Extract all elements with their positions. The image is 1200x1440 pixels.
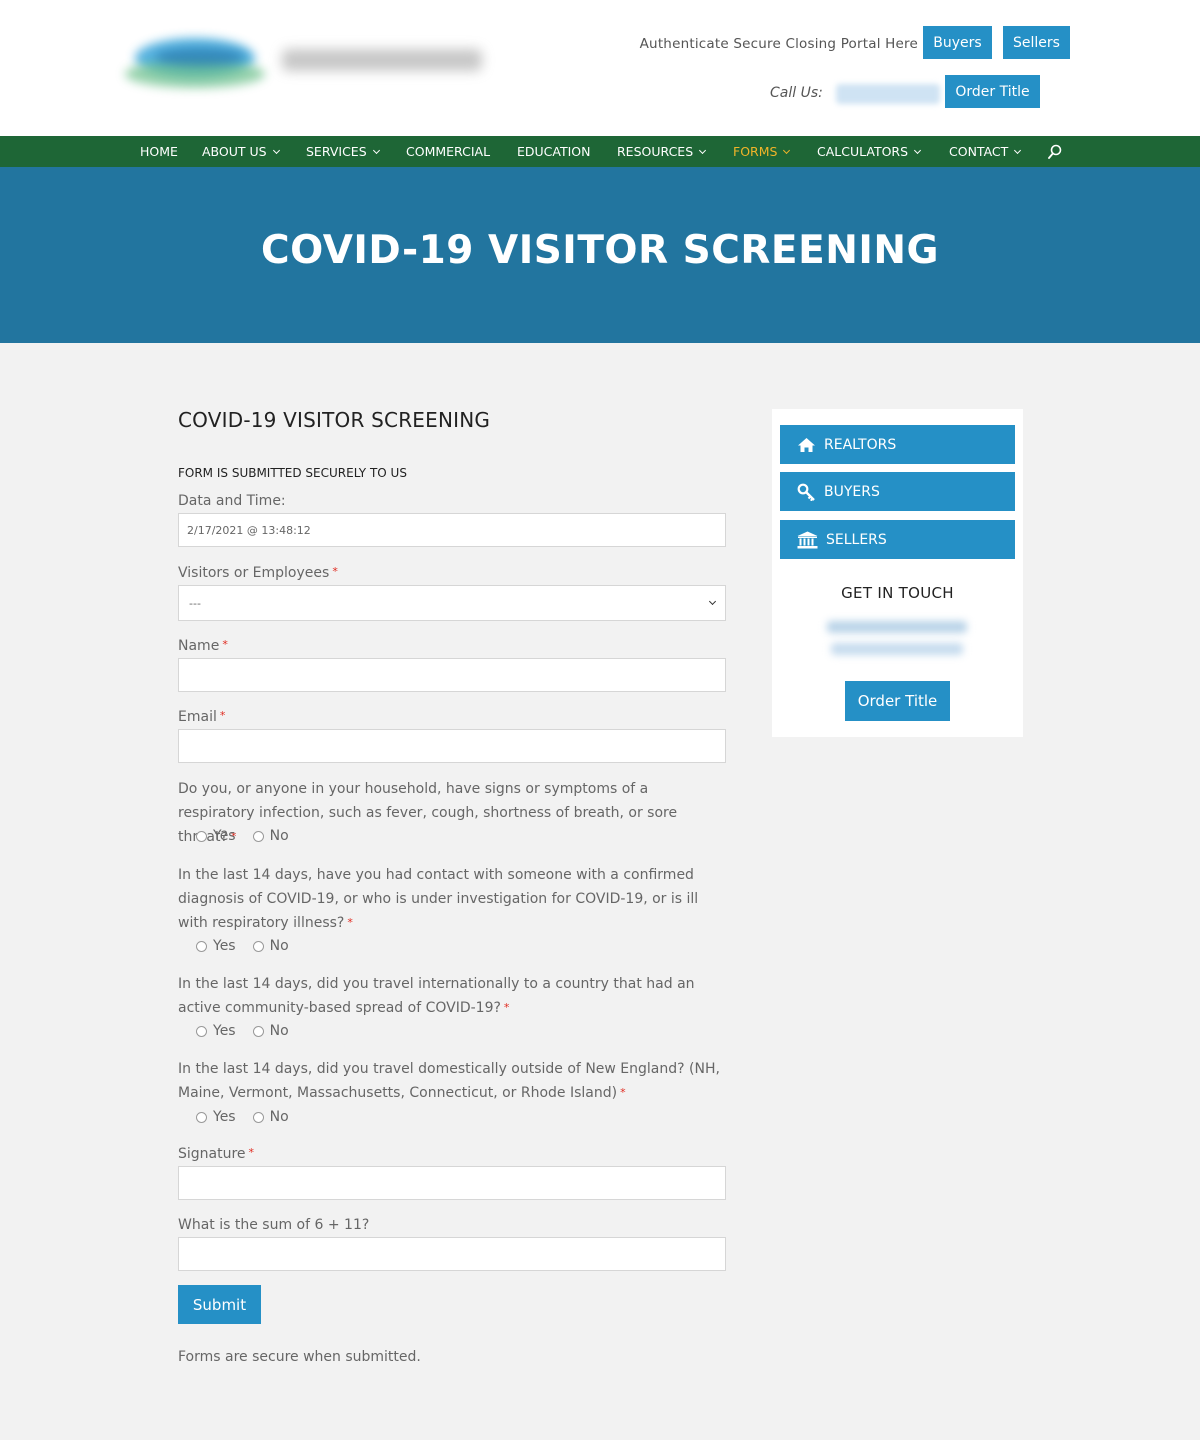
visitors-select[interactable]: ---: [178, 585, 726, 621]
required-mark: *: [222, 638, 228, 651]
page-banner: COVID-19 VISITOR SCREENING: [0, 167, 1200, 343]
call-us-label: Call Us:: [770, 85, 823, 101]
chevron-down-icon: [699, 146, 707, 154]
radio-circle-icon: [196, 1025, 207, 1037]
required-mark: *: [620, 1086, 626, 1099]
domestic-travel-question: In the last 14 days, did you travel dome…: [178, 1061, 720, 1101]
signature-label: Signature *: [178, 1146, 255, 1162]
nav-item-home[interactable]: HOME: [140, 136, 178, 167]
home-icon: [798, 437, 815, 452]
visitors-label: Visitors or Employees *: [178, 565, 338, 581]
symptoms-radio-group: Yes No: [196, 826, 306, 846]
symptoms-yes-radio[interactable]: Yes: [196, 828, 236, 844]
secure-portal-text: Authenticate Secure Closing Portal Here: [639, 36, 918, 52]
radio-circle-icon: [252, 940, 264, 952]
form-title: COVID-19 VISITOR SCREENING: [178, 408, 491, 432]
page-title: COVID-19 VISITOR SCREENING: [260, 227, 940, 273]
nav-item-commercial[interactable]: COMMERCIAL: [406, 136, 490, 167]
contact-question: In the last 14 days, have you had contac…: [178, 867, 699, 931]
search-icon[interactable]: [1048, 144, 1062, 160]
sellers-button[interactable]: SELLERS: [780, 520, 1015, 559]
nav-item-about-us[interactable]: ABOUT US: [202, 136, 280, 167]
sellers-portal-button[interactable]: Sellers: [1003, 26, 1070, 59]
radio-circle-icon: [196, 940, 207, 952]
submit-button[interactable]: Submit: [178, 1285, 261, 1324]
sidebar-order-title-button[interactable]: Order Title: [845, 681, 950, 721]
nav-item-calculators[interactable]: CALCULATORS: [817, 136, 922, 167]
key-icon: [797, 483, 815, 501]
company-name-blurred: [282, 49, 482, 71]
required-mark: *: [332, 565, 338, 578]
radio-circle-icon: [252, 830, 264, 842]
captcha-field[interactable]: [178, 1237, 726, 1271]
email-field[interactable]: [178, 729, 726, 763]
nav-item-resources[interactable]: RESOURCES: [617, 136, 707, 167]
bank-icon: [797, 531, 818, 548]
nav-item-forms[interactable]: FORMS: [733, 136, 791, 167]
phone-number-blurred[interactable]: [836, 84, 940, 104]
get-in-touch-heading: GET IN TOUCH: [841, 584, 954, 602]
site-header: Authenticate Secure Closing Portal Here …: [0, 0, 1200, 136]
nav-item-services[interactable]: SERVICES: [306, 136, 380, 167]
nav-item-contact[interactable]: CONTACT: [949, 136, 1022, 167]
contact-yes-radio[interactable]: Yes: [196, 938, 236, 954]
international-no-radio[interactable]: No: [252, 1023, 289, 1039]
order-title-button[interactable]: Order Title: [945, 75, 1040, 108]
chevron-down-icon: [1014, 146, 1022, 154]
captcha-label: What is the sum of 6 + 11?: [178, 1217, 370, 1233]
radio-circle-icon: [196, 1111, 207, 1123]
radio-circle-icon: [196, 830, 207, 842]
radio-circle-icon: [252, 1025, 264, 1037]
main-navigation: HOME ABOUT US SERVICES COMMERCIAL EDUCAT…: [0, 136, 1200, 167]
nav-item-education[interactable]: EDUCATION: [517, 136, 591, 167]
company-logo[interactable]: [125, 30, 275, 102]
chevron-down-icon: [914, 146, 922, 154]
international-yes-radio[interactable]: Yes: [196, 1023, 236, 1039]
chevron-down-icon: [708, 597, 717, 606]
required-mark: *: [347, 916, 353, 929]
datetime-field[interactable]: [178, 513, 726, 547]
name-field[interactable]: [178, 658, 726, 692]
signature-field[interactable]: [178, 1166, 726, 1200]
required-mark: *: [503, 1001, 510, 1014]
buyers-button[interactable]: BUYERS: [780, 472, 1015, 511]
chevron-down-icon: [272, 146, 280, 154]
secure-footnote: Forms are secure when submitted.: [178, 1349, 421, 1365]
domestic-travel-radio-group: Yes No: [196, 1107, 306, 1127]
international-travel-question: In the last 14 days, did you travel inte…: [178, 976, 695, 1016]
required-mark: *: [248, 1146, 255, 1159]
required-mark: *: [219, 709, 226, 722]
contact-no-radio[interactable]: No: [252, 938, 289, 954]
chevron-down-icon: [783, 146, 791, 154]
domestic-no-radio[interactable]: No: [252, 1109, 289, 1125]
contact-radio-group: Yes No: [196, 936, 306, 956]
international-travel-radio-group: Yes No: [196, 1021, 306, 1041]
form-subtitle: FORM IS SUBMITTED SECURELY TO US: [178, 466, 407, 480]
datetime-label: Data and Time:: [178, 493, 286, 509]
realtors-button[interactable]: REALTORS: [780, 425, 1015, 464]
sidebar-widget: REALTORS BUYERS SELLERS GET IN TOUCH Ord…: [772, 409, 1023, 737]
visitors-selected-value: ---: [189, 596, 201, 610]
contact-info-blurred[interactable]: [827, 617, 972, 661]
buyers-portal-button[interactable]: Buyers: [923, 26, 992, 59]
chevron-down-icon: [372, 146, 380, 154]
radio-circle-icon: [252, 1111, 264, 1123]
name-label: Name *: [178, 638, 228, 654]
symptoms-no-radio[interactable]: No: [252, 828, 289, 844]
email-label: Email *: [178, 709, 226, 725]
domestic-yes-radio[interactable]: Yes: [196, 1109, 236, 1125]
